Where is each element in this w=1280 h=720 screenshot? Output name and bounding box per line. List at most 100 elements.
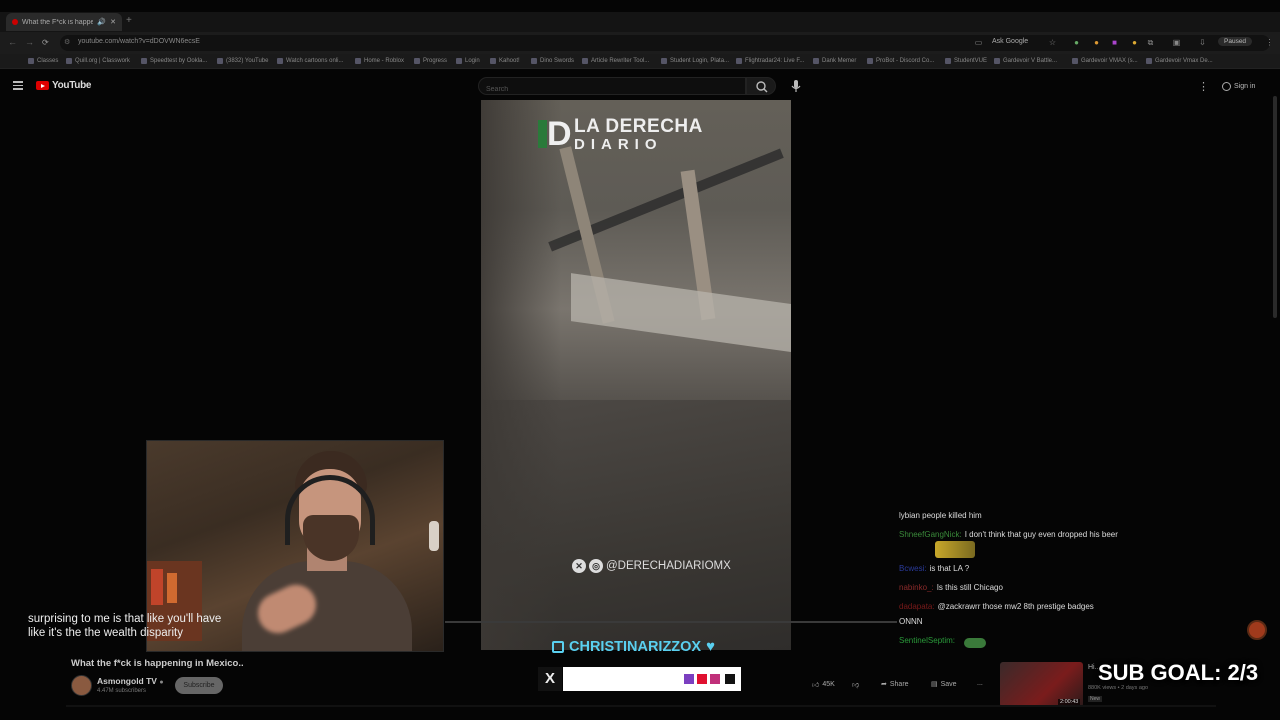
thumbs-down-icon: 👎︎ (852, 682, 860, 689)
bookmark-item[interactable]: Student Login, Plata... (661, 58, 729, 64)
chat-message: ShneefGangNick: I don't think that guy ev… (899, 529, 1119, 540)
video-progress-bar[interactable] (445, 621, 897, 623)
search-icon (756, 81, 768, 93)
share-button[interactable]: ➦ Share (881, 680, 909, 689)
bookmark-favicon-icon (28, 58, 34, 64)
bookmark-favicon-icon (277, 58, 283, 64)
chat-username: Bcwesi: (899, 564, 927, 573)
omnibox[interactable] (60, 35, 1270, 51)
more-label: ... (977, 680, 983, 687)
bookmark-label: (3832) YouTube (226, 58, 269, 64)
bookmark-item[interactable]: StudentVUE (945, 58, 987, 64)
divider (66, 705, 1216, 707)
bookmark-favicon-icon (867, 58, 873, 64)
bookmark-label: Kahoot! (499, 58, 520, 64)
bookmark-star-icon[interactable]: ☆ (1048, 38, 1057, 47)
bookmark-favicon-icon (661, 58, 667, 64)
bookmark-item[interactable]: Flightradar24: Live F... (736, 58, 804, 64)
save-button[interactable]: ▤ Save (931, 680, 957, 689)
subscribe-button[interactable]: Subscribe (175, 677, 223, 694)
search-box[interactable] (478, 77, 746, 95)
download-icon[interactable]: ⇩ (1198, 38, 1207, 47)
bookmark-label: Article Rewriter Tool... (591, 58, 650, 64)
bookmark-item[interactable]: Progress (414, 58, 447, 64)
bookmark-favicon-icon (582, 58, 588, 64)
bookmark-item[interactable]: Gardevoir V Battle... (994, 58, 1057, 64)
sign-in-button[interactable]: Sign in (1216, 78, 1261, 95)
youtube-favicon-icon (12, 19, 18, 25)
new-tab-button[interactable]: + (126, 15, 132, 26)
cast-icon[interactable]: ▭ (974, 38, 983, 47)
bookmark-item[interactable]: Classes (28, 58, 58, 64)
bookmark-label: Dank Memer (822, 58, 857, 64)
bookmark-item[interactable]: Quill.org | Classwork (66, 58, 130, 64)
bookmark-favicon-icon (945, 58, 951, 64)
reload-icon[interactable]: ⟳ (42, 38, 49, 47)
subscriber-count: 4.47M subscribers (97, 688, 147, 694)
stream-alert-name: CHRISTINARIZZOX ♥ (552, 638, 715, 655)
tab-strip (0, 12, 1280, 32)
bookmark-item[interactable]: Dank Memer (813, 58, 856, 64)
page-scrollbar[interactable] (1273, 96, 1277, 318)
chat-emote (935, 541, 975, 558)
bookmark-favicon-icon (456, 58, 462, 64)
derecha-logo-mark: D (538, 116, 572, 152)
back-icon[interactable]: ← (8, 37, 17, 47)
extensions-puzzle-icon[interactable]: ⧉ (1146, 38, 1155, 47)
account-icon (1222, 82, 1231, 91)
bookmark-item[interactable]: Home - Roblox (355, 58, 404, 64)
bookmark-item[interactable]: Gardevoir Vmax De... (1146, 58, 1213, 64)
bookmark-item[interactable]: Gardevoir VMAX (s... (1072, 58, 1138, 64)
bookmark-favicon-icon (994, 58, 1000, 64)
youtube-logo-text: YouTube (52, 80, 92, 91)
save-icon: ▤ (931, 681, 938, 688)
chat-username: nabinko_: (899, 583, 934, 592)
sign-in-label: Sign in (1234, 83, 1256, 90)
search-button[interactable] (746, 77, 776, 95)
browser-menu-icon[interactable]: ⋮ (1265, 38, 1274, 47)
twitch-icon (552, 640, 564, 653)
extension-icon[interactable]: ● (1092, 38, 1101, 47)
floating-avatar (1247, 620, 1267, 640)
bookmark-label: Gardevoir Vmax De... (1155, 58, 1213, 64)
chat-text: Is this still Chicago (936, 583, 1003, 592)
bookmark-favicon-icon (1146, 58, 1152, 64)
chat-message: dadapata: @zackrawrr those mw2 8th presti… (899, 601, 1119, 612)
more-actions-button[interactable]: ... (977, 680, 983, 687)
video-title: What the f*ck is happening in Mexico.. (71, 658, 244, 669)
bookmark-item[interactable]: Kahoot! (490, 58, 520, 64)
profile-paused-button[interactable]: Paused (1218, 37, 1253, 46)
color-swatch (725, 674, 735, 684)
audio-icon[interactable]: 🔊 (97, 18, 106, 26)
bookmark-label: Classes (37, 58, 59, 64)
browser-tab[interactable]: What the F*ck is happening... 🔊 ✕ (6, 13, 122, 31)
ask-google-button[interactable]: Ask Google (992, 38, 1028, 45)
bookmark-item[interactable]: Watch cartoons onli... (277, 58, 343, 64)
extension-icon[interactable]: ● (1072, 38, 1081, 47)
like-button[interactable]: 👍︎ 45K (812, 680, 835, 689)
extension-icon[interactable]: ■ (1110, 38, 1119, 47)
extension-icon[interactable]: ● (1130, 38, 1139, 47)
bookmark-item[interactable]: ProBot - Discord Co... (867, 58, 934, 64)
bookmark-label: Gardevoir VMAX (s... (1081, 58, 1138, 64)
close-tab-icon[interactable]: ✕ (110, 18, 116, 26)
side-panel-icon[interactable]: ▣ (1172, 38, 1181, 47)
x-logo-icon: X (538, 667, 562, 691)
dislike-button[interactable]: 👎︎ (852, 680, 859, 689)
channel-avatar[interactable] (71, 675, 92, 696)
channel-name[interactable]: Asmongold TV ● (97, 676, 164, 686)
menu-icon[interactable] (13, 81, 23, 90)
settings-kebab-icon[interactable]: ⋮ (1198, 80, 1209, 93)
search-input[interactable] (486, 86, 726, 93)
url-text[interactable]: youtube.com/watch?v=dDOVWN6ecsE (78, 38, 200, 45)
bookmark-label: Student Login, Plata... (670, 58, 730, 64)
bookmark-item[interactable]: Speedtest by Ookla... (141, 58, 207, 64)
bookmark-item[interactable]: (3832) YouTube (217, 58, 268, 64)
forward-icon[interactable]: → (25, 37, 34, 47)
bookmark-item[interactable]: Article Rewriter Tool... (582, 58, 649, 64)
bookmark-item[interactable]: Dino Swords (531, 58, 574, 64)
bookmark-item[interactable]: Login (456, 58, 480, 64)
site-info-icon[interactable]: ⚙ (64, 38, 70, 46)
voice-search-button[interactable] (789, 78, 803, 94)
youtube-logo[interactable]: YouTube (36, 80, 92, 91)
